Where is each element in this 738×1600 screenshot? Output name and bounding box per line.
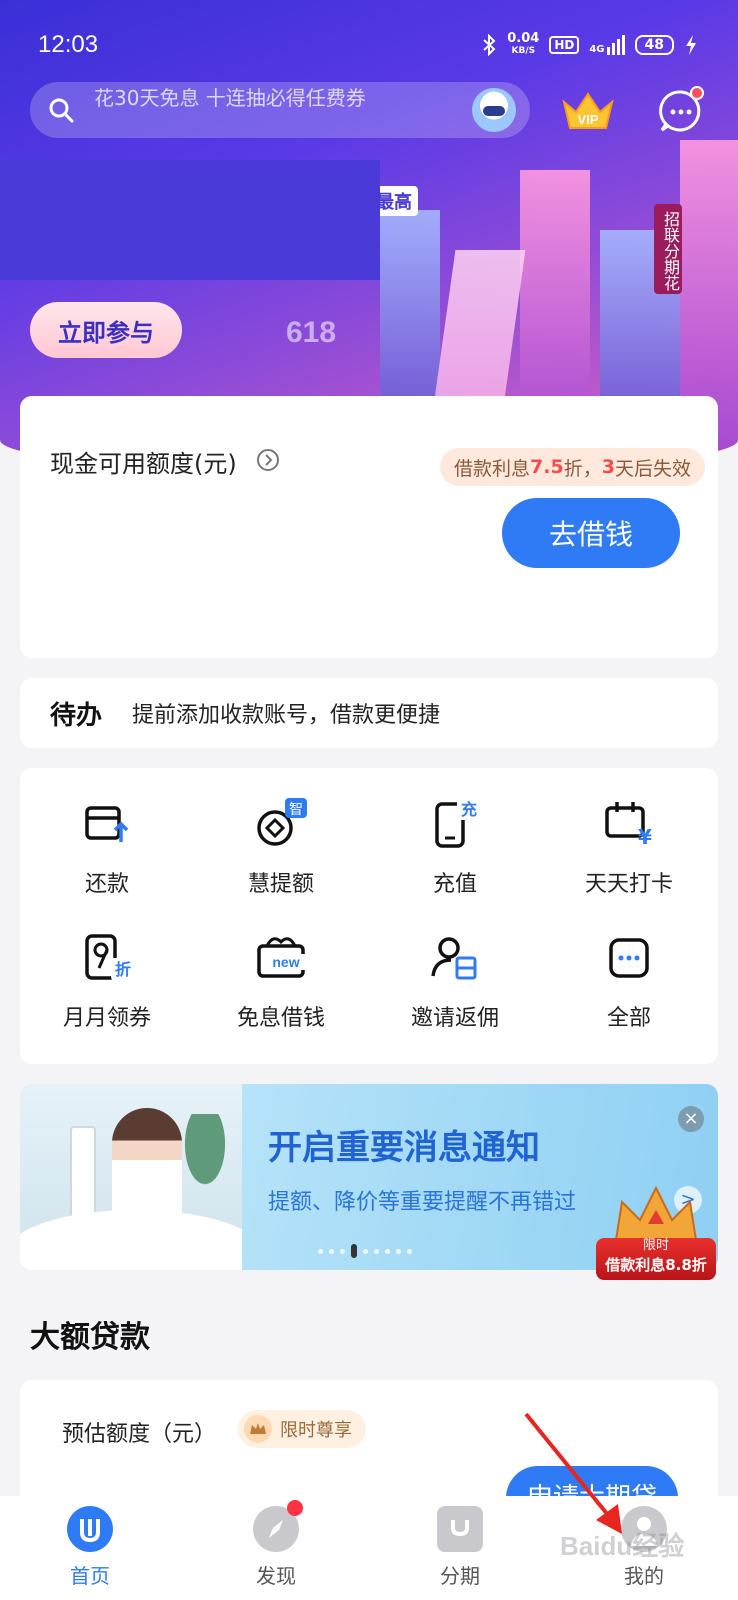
status-bar: 12:03 0.04 KB/S HD 4G 48 — [38, 28, 698, 62]
hd-icon: HD — [549, 36, 580, 54]
product-ad-image[interactable] — [20, 1084, 242, 1270]
promo-crown-badge[interactable]: 限时 借款利息8.8折 — [596, 1180, 716, 1280]
watermark: Baidu经验 — [560, 1531, 685, 1561]
status-time: 12:03 — [38, 31, 99, 58]
service-grid: 还款 智 慧提额 充 充值 ¥ 天天打卡 折 月月领券 new 免息借钱 邀请返… — [20, 768, 718, 1064]
grid-item-invite[interactable]: 邀请返佣 — [368, 928, 542, 1032]
grid-item-smart-raise[interactable]: 智 慧提额 — [194, 794, 368, 898]
svg-text:¥: ¥ — [638, 825, 652, 849]
bluetooth-icon — [483, 34, 496, 56]
coupon-icon: 折 — [85, 934, 135, 980]
svg-text:充: 充 — [461, 800, 477, 819]
estimated-limit-label: 预估额度（元） — [62, 1422, 217, 1447]
grid-item-interest-free[interactable]: new 免息借钱 — [194, 928, 368, 1032]
todo-title: 待办 — [50, 700, 103, 731]
banner-subtitle: 提额、降价等重要提醒不再错过 — [268, 1190, 577, 1215]
installment-icon — [437, 1506, 483, 1552]
carousel-dots — [318, 1244, 412, 1258]
grid-item-all[interactable]: 全部 — [542, 928, 716, 1032]
side-sign: 招联分期花 — [654, 204, 682, 294]
banner-title: 开启重要消息通知 — [268, 1128, 540, 1168]
search-bar[interactable]: 花30天免息 十连抽必得任费券 — [30, 82, 530, 138]
chevron-right-circle-icon[interactable] — [256, 448, 280, 472]
tab-installment[interactable]: 分期 — [400, 1506, 520, 1589]
badge-618: 618 — [286, 316, 337, 349]
checkin-icon: ¥ — [605, 802, 652, 849]
repay-icon — [85, 806, 129, 842]
smart-raise-icon: 智 — [257, 798, 307, 846]
close-icon[interactable]: × — [678, 1106, 704, 1132]
tab-home[interactable]: 首页 — [30, 1506, 150, 1589]
notification-dot — [287, 1500, 303, 1516]
borrow-button[interactable]: 去借钱 — [502, 498, 680, 568]
charging-icon — [686, 35, 696, 55]
invite-icon — [431, 937, 477, 980]
recharge-icon: 充 — [435, 798, 481, 848]
cash-limit-card: 现金可用额度(元) 借款利息 7.5 折， 3 天后失效 去借钱 — [20, 396, 718, 658]
interest-promo-badge: 借款利息 7.5 折， 3 天后失效 — [440, 448, 705, 486]
limited-offer-chip: 限时尊享 — [238, 1410, 366, 1448]
annotation-arrow — [524, 1412, 622, 1534]
vip-crown-icon[interactable]: VIP — [560, 88, 616, 134]
status-icons: 0.04 KB/S HD 4G 48 — [481, 32, 698, 58]
redacted-block — [0, 160, 380, 280]
todo-text: 提前添加收款账号，借款更便捷 — [132, 703, 441, 728]
tab-discover[interactable]: 发现 — [216, 1500, 336, 1589]
more-icon — [609, 938, 649, 978]
notification-dot — [690, 86, 704, 100]
grid-item-repay[interactable]: 还款 — [20, 794, 194, 898]
cash-limit-label: 现金可用额度(元) — [50, 450, 237, 478]
robot-assistant-icon[interactable] — [472, 88, 516, 132]
svg-text:折: 折 — [115, 960, 131, 979]
crown-icon — [244, 1415, 272, 1443]
search-placeholder: 花30天免息 十连抽必得任费券 — [94, 86, 366, 110]
svg-text:VIP: VIP — [578, 112, 599, 127]
message-button[interactable] — [656, 86, 706, 136]
grid-item-coupon[interactable]: 折 月月领券 — [20, 928, 194, 1032]
join-now-button[interactable]: 立即参与 — [30, 302, 182, 358]
search-icon — [49, 98, 74, 123]
net-unit: KB/S — [511, 46, 536, 56]
svg-text:new: new — [272, 954, 299, 970]
battery-icon: 48 — [634, 35, 674, 55]
signal-icon: 4G — [589, 35, 625, 55]
big-loan-title: 大额贷款 — [30, 1320, 150, 1355]
todo-bar[interactable]: 待办 提前添加收款账号，借款更便捷 — [20, 678, 718, 748]
compass-icon — [253, 1500, 303, 1552]
grid-item-checkin[interactable]: ¥ 天天打卡 — [542, 794, 716, 898]
net-speed: 0.04 — [507, 31, 540, 46]
interest-free-icon: new — [257, 937, 307, 978]
grid-item-recharge[interactable]: 充 充值 — [368, 794, 542, 898]
home-icon — [67, 1506, 113, 1552]
svg-text:智: 智 — [289, 802, 303, 818]
